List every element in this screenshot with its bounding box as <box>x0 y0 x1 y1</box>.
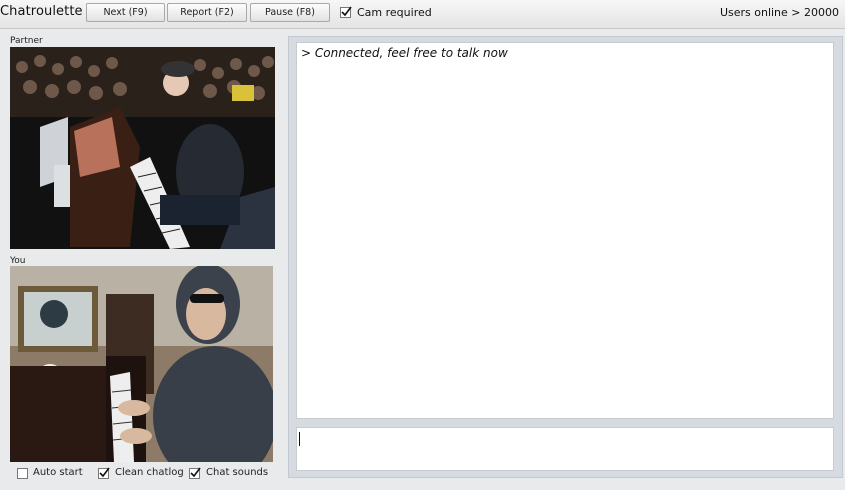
auto-start-checkbox[interactable] <box>17 468 28 479</box>
self-video-frame <box>10 266 273 462</box>
partner-label: Partner <box>10 36 43 46</box>
chat-log: > Connected, feel free to talk now <box>296 42 834 419</box>
app-title: Chatroulette <box>0 4 83 19</box>
partner-video-frame <box>10 47 275 249</box>
clean-chatlog-checkbox[interactable] <box>98 467 110 479</box>
next-button[interactable]: Next (F9) <box>86 3 165 22</box>
chat-input[interactable] <box>296 427 834 471</box>
report-button[interactable]: Report (F2) <box>167 3 247 22</box>
clean-chatlog-label: Clean chatlog <box>115 467 184 478</box>
cam-required-label: Cam required <box>357 6 432 19</box>
pause-button[interactable]: Pause (F8) <box>250 3 330 22</box>
checkmark-icon <box>99 467 110 478</box>
you-label: You <box>10 256 26 266</box>
checkmark-icon <box>341 6 352 17</box>
users-online-count: Users online > 20000 <box>719 6 839 19</box>
partner-video <box>10 47 275 249</box>
chat-message: > Connected, feel free to talk now <box>301 46 508 60</box>
chat-sounds-label: Chat sounds <box>206 467 269 478</box>
checkmark-icon <box>190 467 201 478</box>
auto-start-label: Auto start <box>33 467 83 478</box>
cam-required-checkbox[interactable] <box>340 6 352 18</box>
text-caret <box>299 432 300 446</box>
you-video <box>10 266 273 462</box>
top-toolbar: Chatroulette Next (F9) Report (F2) Pause… <box>0 0 845 29</box>
chat-sounds-checkbox[interactable] <box>189 467 201 479</box>
